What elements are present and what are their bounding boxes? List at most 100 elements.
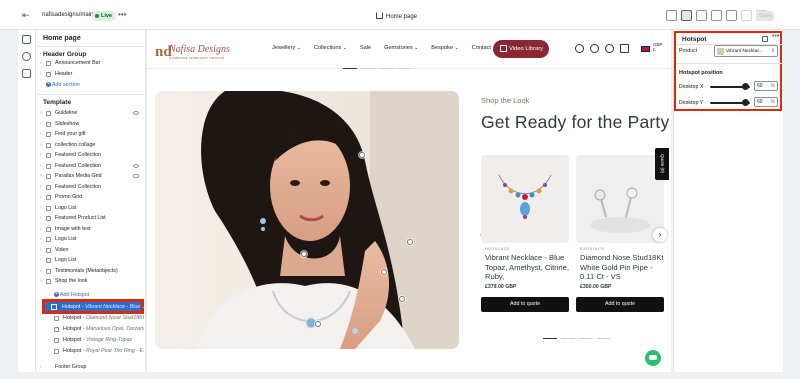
add-section-button[interactable]: + Add section bbox=[40, 81, 140, 90]
product-image[interactable] bbox=[481, 155, 569, 243]
sections-icon[interactable] bbox=[22, 35, 31, 44]
copy-icon[interactable] bbox=[762, 36, 768, 42]
product-name[interactable]: Diamond Nose Stud18Kt White Gold Pin Pip… bbox=[580, 253, 666, 282]
carousel-dot[interactable] bbox=[579, 338, 593, 339]
hotspot-marker[interactable] bbox=[399, 296, 405, 302]
page-selector[interactable]: Home page bbox=[376, 12, 417, 20]
more-actions-button[interactable]: ••• bbox=[118, 10, 126, 19]
hotspot-marker[interactable] bbox=[315, 321, 321, 327]
chevron-right-icon[interactable]: › bbox=[40, 363, 44, 372]
carousel-dot[interactable] bbox=[561, 338, 575, 339]
sidebar-item[interactable]: › Logo List bbox=[40, 235, 140, 244]
chevron-right-icon[interactable]: › bbox=[40, 151, 44, 160]
slide-dot[interactable] bbox=[397, 68, 411, 69]
sidebar-item[interactable]: › Featured Product List bbox=[40, 214, 140, 223]
hotspot-item[interactable]: Hotspot - Vintage Ring-Topaz bbox=[48, 336, 144, 345]
product-picker[interactable]: Vibrant Necklac... ⇕ bbox=[714, 45, 778, 57]
carousel-next-button[interactable]: › bbox=[653, 228, 667, 242]
mobile-view-icon[interactable] bbox=[711, 10, 722, 21]
hotspot-marker[interactable] bbox=[407, 239, 413, 245]
sidebar-item[interactable]: › Featured Collection bbox=[40, 151, 140, 160]
currency-selector[interactable]: GBP £ bbox=[653, 42, 663, 52]
inspector-icon[interactable] bbox=[666, 10, 677, 21]
chevron-right-icon[interactable]: › bbox=[40, 256, 44, 265]
chevron-right-icon[interactable]: › bbox=[40, 109, 44, 118]
sidebar-item[interactable]: › Parallax Media Grid bbox=[40, 172, 140, 181]
store-name[interactable]: nafisadesigns/main bbox=[42, 12, 93, 18]
sidebar-item[interactable]: › Testimonials (Metaobjects) bbox=[40, 267, 140, 276]
sidebar-item[interactable]: › Shop the look bbox=[40, 277, 140, 286]
chevron-right-icon[interactable]: › bbox=[40, 193, 44, 202]
desktop-view-icon[interactable] bbox=[696, 10, 707, 21]
eye-icon[interactable] bbox=[133, 163, 139, 168]
desktop-x-input[interactable]: 60% bbox=[754, 81, 778, 91]
chevron-right-icon[interactable]: › bbox=[40, 130, 44, 139]
chat-icon[interactable] bbox=[645, 350, 661, 366]
fullscreen-icon[interactable] bbox=[726, 10, 737, 21]
chevron-right-icon[interactable]: › bbox=[40, 225, 44, 234]
chevron-right-icon[interactable]: › bbox=[40, 235, 44, 244]
slide-dot[interactable] bbox=[379, 68, 393, 69]
sidebar-item[interactable]: › Logo List bbox=[40, 204, 140, 213]
exit-icon[interactable]: ⇤ bbox=[22, 10, 32, 20]
more-icon[interactable]: ••• bbox=[772, 33, 779, 40]
sidebar-item[interactable]: › Featured Collection bbox=[40, 162, 140, 171]
hotspot-marker[interactable] bbox=[301, 251, 307, 257]
sidebar-item[interactable]: › Video bbox=[40, 246, 140, 255]
sidebar-item[interactable]: › Image with text bbox=[40, 225, 140, 234]
chevron-right-icon[interactable]: › bbox=[40, 59, 44, 68]
chevron-right-icon[interactable]: › bbox=[40, 141, 44, 150]
sidebar-item[interactable]: › Promo Grid bbox=[40, 193, 140, 202]
search-icon[interactable] bbox=[590, 44, 599, 53]
chevron-right-icon[interactable]: › bbox=[40, 172, 44, 181]
desktop-y-slider-handle[interactable] bbox=[742, 99, 749, 106]
carousel-dot[interactable] bbox=[543, 338, 557, 339]
sidebar-item[interactable]: › Footer Group bbox=[40, 363, 140, 372]
quote-tab[interactable]: Quote (0) bbox=[655, 148, 669, 180]
hotspot-marker[interactable] bbox=[359, 152, 365, 158]
eye-icon[interactable] bbox=[133, 111, 139, 115]
sidebar-item[interactable]: › Find your gift bbox=[40, 130, 140, 139]
add-to-quote-button[interactable]: Add to quote bbox=[481, 297, 569, 312]
chevron-right-icon[interactable]: › bbox=[40, 70, 44, 79]
hotspot-item[interactable]: Hotspot - Royal Pear Trio Ring - E... bbox=[48, 347, 144, 356]
apps-icon[interactable] bbox=[22, 69, 31, 78]
uk-flag-icon[interactable] bbox=[641, 46, 650, 52]
chevron-right-icon[interactable]: › bbox=[40, 183, 44, 192]
chevron-right-icon[interactable]: › bbox=[40, 204, 44, 213]
nav-link[interactable]: Contact bbox=[472, 45, 491, 51]
add-hotspot-button[interactable]: + Add Hotspot bbox=[40, 291, 140, 300]
site-logo[interactable]: nd Nafisa Designs HANDMADE JEWELLERY DES… bbox=[155, 40, 230, 66]
nav-link[interactable]: Bespoke bbox=[431, 45, 458, 51]
sidebar-item[interactable]: › Featured Collection bbox=[40, 183, 140, 192]
eye-icon[interactable] bbox=[133, 174, 139, 178]
slide-dot[interactable] bbox=[343, 68, 357, 69]
nav-link[interactable]: Collections bbox=[314, 45, 347, 51]
sidebar-item[interactable]: › Header bbox=[40, 70, 140, 79]
heart-icon[interactable] bbox=[575, 44, 584, 53]
nav-link[interactable]: Gemstones bbox=[384, 45, 418, 51]
hotspot-item[interactable]: Hotspot - Diamond Nose Stud18Kt... bbox=[48, 314, 144, 323]
desktop-x-slider-handle[interactable] bbox=[742, 83, 749, 90]
chevron-right-icon[interactable]: › bbox=[40, 277, 44, 286]
gear-icon[interactable] bbox=[22, 52, 31, 61]
video-library-button[interactable]: Video Library bbox=[493, 40, 549, 58]
slide-dot[interactable] bbox=[361, 68, 375, 69]
chevron-right-icon[interactable]: › bbox=[40, 120, 44, 129]
save-button[interactable]: Save bbox=[756, 11, 774, 21]
select-tool-icon[interactable] bbox=[681, 10, 692, 21]
desktop-y-input[interactable]: 60% bbox=[754, 97, 778, 107]
cart-icon[interactable] bbox=[620, 44, 629, 53]
product-name[interactable]: Vibrant Necklace - Blue Topaz, Amethyst,… bbox=[485, 253, 571, 282]
add-to-quote-button[interactable]: Add to quote bbox=[576, 297, 664, 312]
sidebar-item[interactable]: › Slideshow bbox=[40, 120, 140, 129]
undo-icon[interactable] bbox=[741, 10, 752, 21]
chevron-right-icon[interactable]: › bbox=[40, 214, 44, 223]
sidebar-item[interactable]: › collection collage bbox=[40, 141, 140, 150]
product-image[interactable] bbox=[576, 155, 664, 243]
nav-link[interactable]: Sale bbox=[360, 45, 371, 51]
chevron-right-icon[interactable]: › bbox=[40, 162, 44, 171]
hotspot-item[interactable]: Hotspot - Marvelous Opal, Tanzani... bbox=[48, 325, 144, 334]
sidebar-item[interactable]: › Logo List bbox=[40, 256, 140, 265]
carousel-dot[interactable] bbox=[597, 338, 611, 339]
